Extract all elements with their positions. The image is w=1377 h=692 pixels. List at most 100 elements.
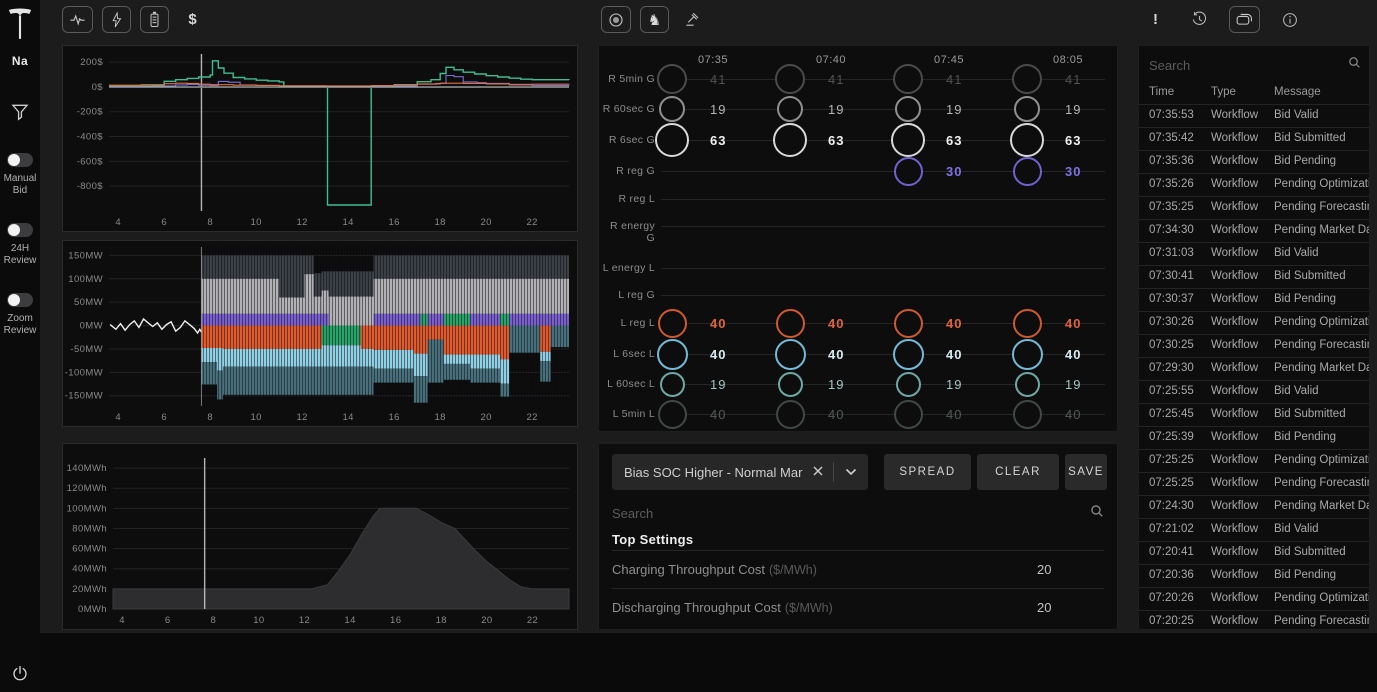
log-row[interactable]: 07:21:02WorkflowBid Valid [1139, 518, 1369, 541]
log-row[interactable]: 07:20:26WorkflowPending Optimization [1139, 587, 1369, 610]
toolbar-middle-group: ♞ [601, 6, 707, 33]
bid-column-time: 08:05 [1053, 54, 1083, 66]
bid-circle[interactable] [773, 123, 807, 157]
log-row[interactable]: 07:25:25WorkflowPending Forecasting [1139, 472, 1369, 495]
preset-dropdown[interactable]: Bias SOC Higher - Normal Market [612, 454, 868, 490]
log-row[interactable]: 07:30:25WorkflowPending Forecasting [1139, 334, 1369, 357]
bid-row-label: L 60sec L [601, 378, 655, 390]
log-row[interactable]: 07:35:25WorkflowPending Forecasting [1139, 196, 1369, 219]
bid-circle[interactable] [895, 96, 921, 122]
bid-circle[interactable] [1013, 309, 1042, 338]
svg-text:140MWh: 140MWh [67, 463, 107, 474]
filter-icon[interactable] [10, 102, 30, 127]
card-icon[interactable] [1229, 6, 1260, 33]
log-row[interactable]: 07:35:53WorkflowBid Valid [1139, 104, 1369, 127]
setting-row[interactable]: Charging Throughput Cost($/MWh)20 [612, 551, 1104, 588]
bid-circle[interactable] [891, 123, 925, 157]
clear-preset-icon[interactable] [803, 463, 833, 481]
bid-circle[interactable] [775, 64, 805, 94]
spread-button[interactable]: SPREAD [884, 454, 971, 490]
bid-circle[interactable] [1013, 157, 1042, 186]
log-row[interactable]: 07:31:03WorkflowBid Valid [1139, 242, 1369, 265]
svg-text:150MW: 150MW [68, 250, 103, 261]
bolt-icon[interactable] [102, 6, 131, 33]
log-row[interactable]: 07:20:36WorkflowBid Pending [1139, 564, 1369, 587]
dispatch-chart-panel[interactable]: 150MW100MW50MW0MW-50MW-100MW-150MW468101… [62, 240, 578, 427]
bid-circle[interactable] [655, 123, 689, 157]
chevron-down-icon[interactable] [834, 463, 868, 481]
24h-review-toggle[interactable] [7, 223, 33, 237]
bid-circle[interactable] [657, 64, 687, 94]
setting-value[interactable]: 20 [1037, 562, 1051, 577]
dollar-icon[interactable]: $ [178, 6, 207, 33]
setting-row[interactable]: Discharging Throughput Cost($/MWh)20 [612, 589, 1104, 626]
alert-icon[interactable]: ! [1141, 6, 1170, 33]
bid-circle[interactable] [894, 309, 923, 338]
bid-circle[interactable] [1010, 123, 1044, 157]
bid-circle[interactable] [1012, 339, 1043, 370]
log-search-input[interactable] [1149, 58, 1348, 73]
bid-row-label: R energy G [601, 220, 655, 244]
bid-circle[interactable] [1014, 96, 1040, 122]
settings-search-input[interactable] [612, 506, 1090, 521]
log-row[interactable]: 07:35:42WorkflowBid Submitted [1139, 127, 1369, 150]
soc-chart-panel[interactable]: 140MWh120MWh100MWh80MWh60MWh40MWh20MWh0M… [62, 443, 578, 630]
info-icon[interactable] [1275, 6, 1304, 33]
history-icon[interactable] [1185, 6, 1214, 33]
bid-circle[interactable] [776, 400, 805, 429]
log-row[interactable]: 07:30:26WorkflowPending Optimization [1139, 311, 1369, 334]
bid-circle[interactable] [660, 372, 685, 397]
bid-circle[interactable] [893, 64, 923, 94]
bid-circle[interactable] [777, 96, 803, 122]
record-icon[interactable] [601, 6, 631, 33]
footer-zone: 100 MW -100 MW 07:37:47 [40, 633, 1377, 692]
setting-value[interactable]: 20 [1037, 600, 1051, 615]
zoom-review-toggle[interactable] [7, 293, 33, 307]
setting-unit: ($/MWh) [769, 563, 817, 577]
knight-icon[interactable]: ♞ [640, 6, 669, 33]
log-row[interactable]: 07:25:45WorkflowBid Submitted [1139, 403, 1369, 426]
battery-icon[interactable] [140, 6, 169, 33]
bid-circle[interactable] [775, 339, 806, 370]
log-row[interactable]: 07:35:26WorkflowPending Optimization [1139, 173, 1369, 196]
bid-circle[interactable] [658, 309, 687, 338]
log-row[interactable]: 07:35:36WorkflowBid Pending [1139, 150, 1369, 173]
clear-button[interactable]: CLEAR [977, 454, 1059, 490]
revenue-chart-panel[interactable]: 200$0$-200$-400$-600$-800$46810121416182… [62, 45, 578, 232]
market-label: Na [12, 54, 28, 68]
power-icon[interactable] [0, 664, 40, 684]
bid-circle[interactable] [1012, 64, 1042, 94]
bid-value: 19 [1065, 102, 1081, 117]
save-button[interactable]: SAVE [1065, 454, 1107, 490]
pulse-icon[interactable] [62, 6, 93, 33]
log-row[interactable]: 07:34:30WorkflowPending Market Data [1139, 219, 1369, 242]
bid-circle[interactable] [894, 157, 923, 186]
bid-circle[interactable] [896, 372, 921, 397]
log-row[interactable]: 07:30:41WorkflowBid Submitted [1139, 265, 1369, 288]
bid-circle[interactable] [659, 96, 685, 122]
manual-bid-toggle[interactable] [7, 153, 33, 167]
log-row[interactable]: 07:25:25WorkflowPending Optimization [1139, 449, 1369, 472]
bid-circle[interactable] [776, 309, 805, 338]
bid-circle[interactable] [657, 339, 688, 370]
bid-circle[interactable] [1015, 372, 1040, 397]
bid-circle[interactable] [1013, 400, 1042, 429]
log-row[interactable]: 07:25:55WorkflowBid Valid [1139, 380, 1369, 403]
svg-text:8: 8 [207, 217, 213, 228]
log-row[interactable]: 07:25:39WorkflowBid Pending [1139, 426, 1369, 449]
log-row[interactable]: 07:20:25WorkflowPending Forecasting [1139, 610, 1369, 629]
log-row[interactable]: 07:20:41WorkflowBid Submitted [1139, 541, 1369, 564]
bid-value: 40 [946, 316, 962, 331]
bid-circle[interactable] [778, 372, 803, 397]
log-row[interactable]: 07:30:37WorkflowBid Pending [1139, 288, 1369, 311]
gavel-icon[interactable] [678, 6, 707, 33]
bid-circle[interactable] [893, 339, 924, 370]
log-row[interactable]: 07:24:30WorkflowPending Market Data [1139, 495, 1369, 518]
zoom-review-toggle-label: Zoom Review [0, 313, 40, 337]
bid-value: 40 [1065, 316, 1081, 331]
svg-text:120MWh: 120MWh [67, 483, 107, 494]
log-row[interactable]: 07:29:30WorkflowPending Market Data [1139, 357, 1369, 380]
bid-value: 40 [946, 407, 962, 422]
bid-circle[interactable] [658, 400, 687, 429]
bid-circle[interactable] [894, 400, 923, 429]
